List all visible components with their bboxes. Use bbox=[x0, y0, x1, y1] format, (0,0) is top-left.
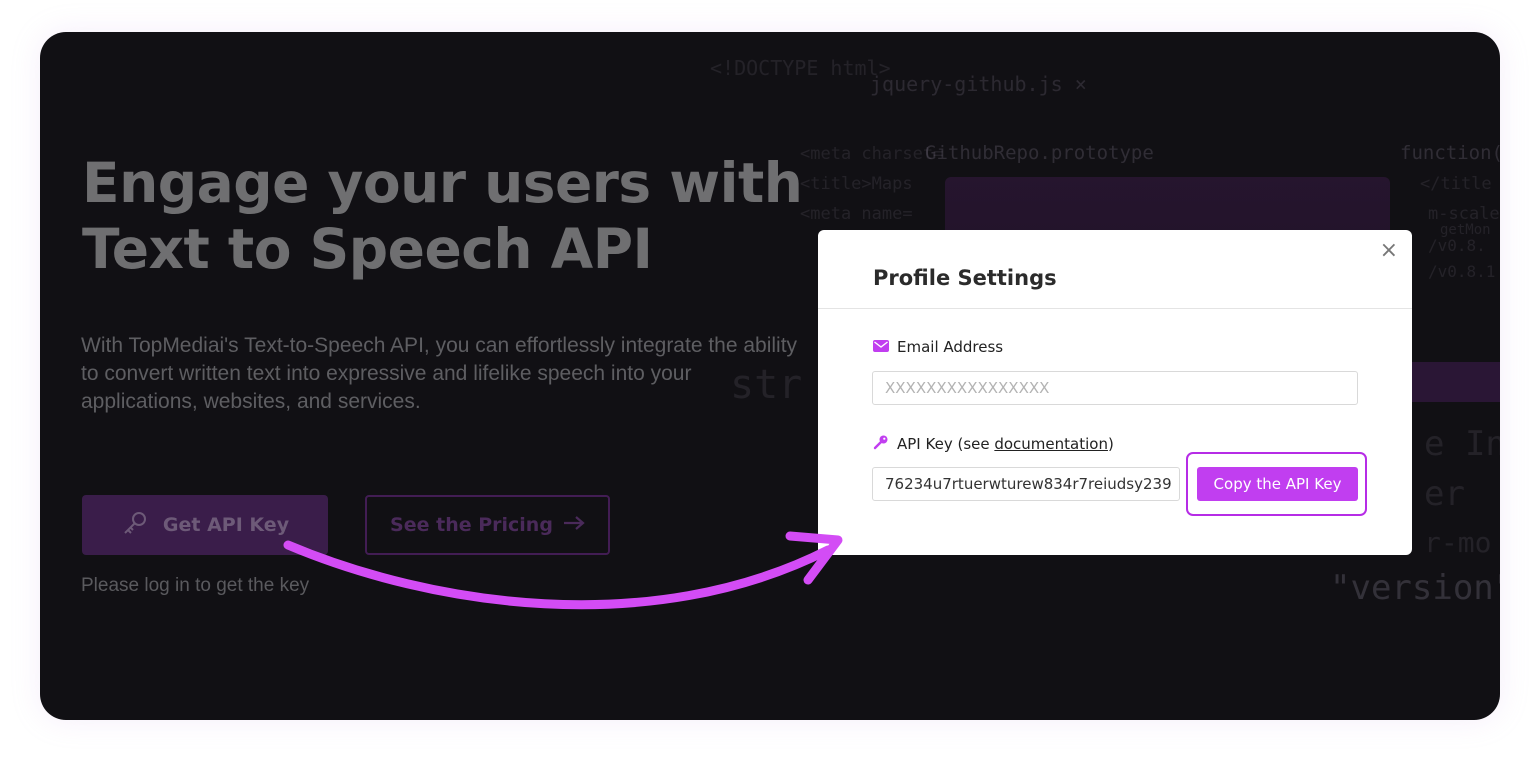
modal-title: Profile Settings bbox=[873, 266, 1057, 290]
headline-line-2: Text to Speech API bbox=[82, 217, 653, 281]
hero-description: With TopMediai's Text-to-Speech API, you… bbox=[81, 334, 798, 413]
email-label-text: Email Address bbox=[897, 338, 1004, 356]
hero-headline: Engage your users with Text to Speech AP… bbox=[82, 150, 803, 282]
api-key-field[interactable]: 76234u7rtuerwturew834r7reiudsy239 bbox=[872, 467, 1180, 501]
code-line: /v0.8.1 bbox=[1428, 262, 1496, 281]
see-pricing-label: See the Pricing bbox=[390, 514, 553, 536]
copy-api-key-button[interactable]: Copy the API Key bbox=[1197, 467, 1358, 501]
headline-line-1: Engage your users with bbox=[82, 151, 803, 215]
code-line: "version" bbox=[1330, 568, 1500, 608]
code-line: er bbox=[1424, 474, 1465, 514]
api-key-label: API Key (see documentation) bbox=[873, 434, 1114, 454]
code-line: <!DOCTYPE html> bbox=[710, 56, 891, 80]
screenshot-frame: <!DOCTYPE html> jquery-github.js × <meta… bbox=[40, 32, 1500, 720]
code-line: <meta name= bbox=[800, 204, 913, 224]
email-label: Email Address bbox=[873, 338, 1003, 356]
arrow-right-icon bbox=[563, 514, 585, 536]
code-line: e In bbox=[1424, 424, 1500, 464]
code-line: m-scale bbox=[1428, 204, 1500, 224]
code-line: </title bbox=[1420, 174, 1492, 194]
api-key-label-suffix: ) bbox=[1107, 435, 1114, 453]
code-line: <title>Maps bbox=[800, 174, 913, 194]
api-key-label-text: API Key (see documentation) bbox=[897, 435, 1114, 453]
code-tab: jquery-github.js × bbox=[870, 72, 1087, 96]
see-pricing-button[interactable]: See the Pricing bbox=[365, 495, 610, 555]
mail-icon bbox=[873, 338, 889, 356]
documentation-link[interactable]: documentation bbox=[994, 435, 1108, 453]
modal-divider bbox=[818, 308, 1412, 309]
code-line: r-mo bbox=[1424, 526, 1492, 559]
api-key-label-prefix: API Key (see bbox=[897, 435, 995, 453]
close-icon[interactable]: × bbox=[1380, 240, 1398, 262]
get-api-key-button[interactable]: Get API Key bbox=[82, 495, 328, 555]
profile-settings-modal: × Profile Settings Email Address XXXXXXX… bbox=[818, 230, 1412, 555]
get-api-key-label: Get API Key bbox=[162, 514, 290, 536]
email-field[interactable]: XXXXXXXXXXXXXXXX bbox=[872, 371, 1358, 405]
code-line: <meta charset= bbox=[800, 144, 944, 164]
code-line: GithubRepo.prototype bbox=[925, 142, 1154, 164]
code-line: /v0.8. bbox=[1428, 236, 1486, 255]
login-note: Please log in to get the key bbox=[81, 575, 310, 596]
key-icon bbox=[873, 434, 889, 454]
code-line: function( bbox=[1400, 142, 1500, 164]
key-icon bbox=[121, 509, 149, 542]
